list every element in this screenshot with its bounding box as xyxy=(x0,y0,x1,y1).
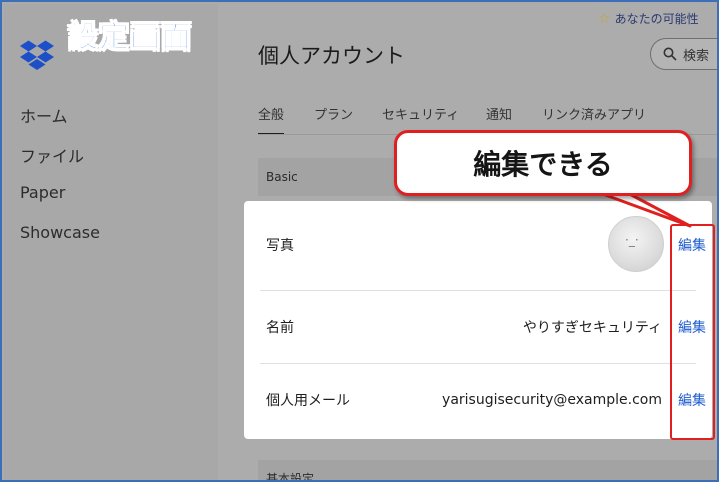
section-header-basic-settings: 基本設定 xyxy=(258,460,717,480)
promo-text: あなたの可能性 xyxy=(614,12,699,26)
star-icon: ☆ xyxy=(598,10,611,27)
promo-banner[interactable]: ☆ あなたの可能性 xyxy=(598,10,699,27)
tab-security[interactable]: セキュリティ xyxy=(382,104,459,123)
search-input[interactable]: 検索 xyxy=(650,38,717,70)
email-row: 個人用メール yarisugisecurity@example.com 編集 xyxy=(244,364,712,436)
photo-label: 写真 xyxy=(266,238,294,254)
sidebar-item-paper[interactable]: Paper xyxy=(20,183,65,202)
settings-card: 写真 ·_· 編集 名前 やりすぎセキュリティ 編集 個人用メール yarisu… xyxy=(244,201,712,439)
annotation-callout: 編集できる xyxy=(394,130,692,196)
tab-linked-apps[interactable]: リンク済みアプリ xyxy=(542,104,646,123)
email-label: 個人用メール xyxy=(266,393,350,409)
sidebar-item-showcase[interactable]: Showcase xyxy=(20,223,100,242)
sidebar-item-home[interactable]: ホーム xyxy=(20,103,68,127)
avatar-face-icon: ·_· xyxy=(625,233,639,247)
annotation-title: 設定画面 xyxy=(68,20,192,56)
page-title: 個人アカウント xyxy=(258,44,405,68)
sidebar-item-files[interactable]: ファイル xyxy=(20,143,84,167)
tab-general[interactable]: 全般 xyxy=(258,104,285,135)
name-label: 名前 xyxy=(266,320,294,336)
dropbox-logo-icon[interactable] xyxy=(20,40,54,70)
email-value: yarisugisecurity@example.com xyxy=(442,392,662,408)
screenshot-frame: ホーム ファイル Paper Showcase 設定画面 ☆ あなたの可能性 検… xyxy=(0,0,719,482)
name-value: やりすぎセキュリティ xyxy=(522,320,662,336)
name-row: 名前 やりすぎセキュリティ 編集 xyxy=(244,291,712,363)
tab-notifications[interactable]: 通知 xyxy=(486,104,512,123)
search-icon xyxy=(663,47,677,61)
tab-plan[interactable]: プラン xyxy=(314,104,353,123)
sidebar: ホーム ファイル Paper Showcase xyxy=(4,4,218,480)
annotation-highlight-box xyxy=(670,224,715,440)
search-label: 検索 xyxy=(683,48,710,64)
